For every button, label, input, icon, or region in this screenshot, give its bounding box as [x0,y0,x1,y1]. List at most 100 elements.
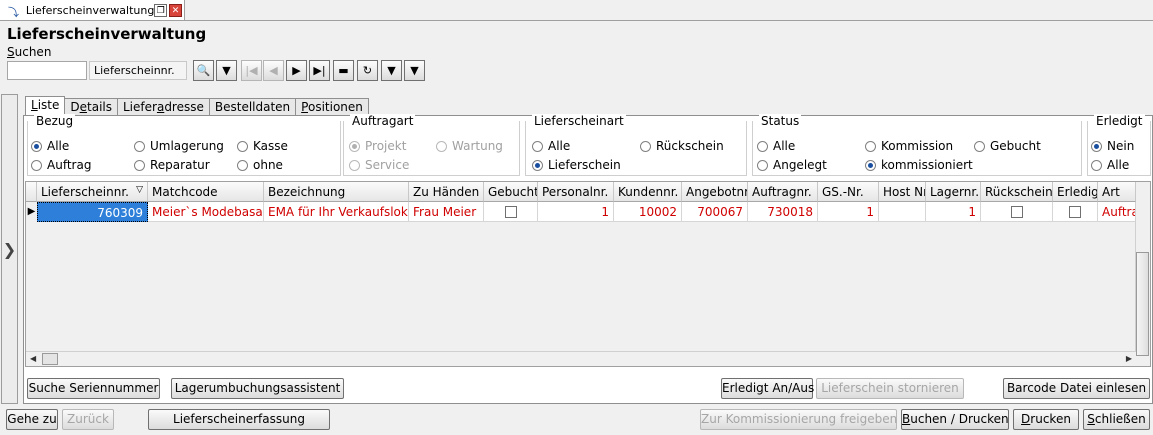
filter-clear-icon[interactable]: ▼ [404,60,425,81]
column-header-matchcode[interactable]: Matchcode [148,182,264,202]
group-title: Erledigt [1094,114,1145,128]
gehe-zu-button[interactable]: Gehe zu [6,409,58,430]
cell-bezeichnung[interactable]: EMA für Ihr Verkaufslokal [264,202,409,222]
radio-status-kommissioniert[interactable]: kommissioniert [865,158,973,172]
column-header-personalnr[interactable]: Personalnr. [538,182,614,202]
search-input[interactable] [7,61,87,80]
column-header-kundennr[interactable]: Kundennr. [614,182,682,202]
page-title: Lieferscheinverwaltung [7,25,207,43]
tab-lieferadresse[interactable]: Lieferadresse [117,98,210,116]
checkbox-erledigt[interactable] [1069,206,1081,218]
window-tab[interactable]: ⤵ Lieferscheinverwaltung ❐ ✕ [0,0,185,20]
column-header-art[interactable]: Art [1098,182,1136,202]
last-record-icon[interactable]: ▶| [309,60,330,81]
cell-erledigt[interactable] [1053,202,1098,222]
radio-erledigt-alle[interactable]: Alle [1091,158,1129,172]
barcode-datei-einlesen-button[interactable]: Barcode Datei einlesen [1003,378,1150,399]
cell-host-nr[interactable] [879,202,926,222]
filter-edit-icon[interactable]: ▼ [216,60,237,81]
column-header-erledigt[interactable]: Erledigt [1053,182,1098,202]
drucken-button[interactable]: Drucken [1013,409,1079,430]
radio-bezug-kasse[interactable]: Kasse [237,139,288,153]
radio-bezug-auftrag[interactable]: Auftrag [31,158,91,172]
window-tab-title: Lieferscheinverwaltung [25,3,155,17]
radio-auftragart-wartung[interactable]: Wartung [436,139,503,153]
filter-apply-icon[interactable]: ▼ [381,60,402,81]
group-title: Bezug [34,114,76,128]
column-header-auftragnr[interactable]: Auftragnr. [748,182,818,202]
column-header-lagernr[interactable]: Lagernr. [926,182,981,202]
group-title: Auftragart [350,114,416,128]
column-header-bezeichnung[interactable]: Bezeichnung [264,182,409,202]
tab-bestelldaten[interactable]: Bestelldaten [208,98,297,116]
schliessen-button[interactable]: Schließen [1083,409,1150,430]
binoculars-icon[interactable]: 🔍 [193,60,214,81]
cell-kundennr[interactable]: 10002 [614,202,682,222]
row-header-corner [26,182,37,202]
column-header-rueckschein[interactable]: Rückschein [981,182,1053,202]
search-field-selector[interactable]: Lieferscheinnr. [89,61,187,80]
column-header-zu-haenden[interactable]: Zu Händen [409,182,484,202]
radio-lieferscheinart-alle[interactable]: Alle [532,139,570,153]
radio-erledigt-nein[interactable]: Nein [1091,139,1134,153]
vertical-scroll-thumb[interactable] [1136,252,1149,356]
search-label: Suchen [7,45,52,59]
group-title: Lieferscheinart [532,114,626,128]
zurueck-button[interactable]: Zurück [62,409,114,430]
column-header-gs-nr[interactable]: GS.-Nr. [818,182,879,202]
cell-personalnr[interactable]: 1 [538,202,614,222]
cell-gs-nr[interactable]: 1 [818,202,879,222]
cell-gebucht[interactable] [484,202,538,222]
buchen-drucken-button[interactable]: Buchen / Drucken [901,409,1009,430]
cell-matchcode[interactable]: Meier`s Modebasar [148,202,264,222]
restore-icon[interactable]: ❐ [154,3,168,17]
checkbox-rueckschein[interactable] [1010,206,1023,218]
previous-record-icon[interactable]: ◀ [263,60,284,81]
kommissionierung-freigeben-button[interactable]: Zur Kommissionierung freigeben [700,409,897,430]
radio-lieferscheinart-rueckschein[interactable]: Rückschein [640,139,724,153]
radio-status-gebucht[interactable]: Gebucht [974,139,1041,153]
radio-bezug-reparatur[interactable]: Reparatur [134,158,210,172]
checkbox-gebucht[interactable] [504,206,517,218]
radio-bezug-alle[interactable]: Alle [31,139,69,153]
group-title: Status [759,114,802,128]
radio-auftragart-projekt[interactable]: Projekt [349,139,406,153]
horizontal-scroll-thumb[interactable] [42,353,58,365]
cell-angebotnr[interactable]: 700067 [682,202,748,222]
close-icon[interactable]: ✕ [169,3,182,17]
lieferscheinerfassung-button[interactable]: Lieferscheinerfassung [148,409,330,430]
erledigt-an-aus-button[interactable]: Erledigt An/Aus [721,378,814,399]
radio-status-angelegt[interactable]: Angelegt [757,158,827,172]
horizontal-scrollbar[interactable]: ◀ ▶ [26,351,1136,366]
cell-lagernr[interactable]: 1 [926,202,981,222]
tab-bar: Liste Details Lieferadresse Bestelldaten… [25,96,369,117]
lieferschein-stornieren-button[interactable]: Lieferschein stornieren [816,378,964,399]
column-header-angebotnr[interactable]: Angebotnr. [682,182,748,202]
lieferschein-grid[interactable]: Lieferscheinnr. ▽ Matchcode Bezeichnung Z… [25,181,1151,367]
scroll-right-icon[interactable]: ▶ [1126,354,1132,363]
cell-rueckschein[interactable] [981,202,1053,222]
scroll-left-icon[interactable]: ◀ [30,354,36,363]
column-header-gebucht[interactable]: Gebucht [484,182,538,202]
radio-lieferscheinart-lieferschein[interactable]: Lieferschein [532,158,621,172]
column-header-host-nr[interactable]: Host Nr. [879,182,926,202]
lagerumbuchungsassistent-button[interactable]: Lagerumbuchungsassistent [171,378,344,399]
cell-auftragnr[interactable]: 730018 [748,202,818,222]
cell-zu-haenden[interactable]: Frau Meier [409,202,484,222]
refresh-icon[interactable]: ↻ [357,60,378,81]
first-record-icon[interactable]: |◀ [241,60,262,81]
column-header-lieferscheinnr[interactable]: Lieferscheinnr. ▽ [37,182,148,202]
radio-auftragart-service[interactable]: Service [349,158,409,172]
cell-lieferscheinnr[interactable]: 760309 [37,202,148,222]
radio-bezug-umlagerung[interactable]: Umlagerung [134,139,224,153]
radio-status-alle[interactable]: Alle [757,139,795,153]
cell-art[interactable]: Auftrag [1098,202,1136,222]
radio-bezug-ohne[interactable]: ohne [237,158,283,172]
next-record-icon[interactable]: ▶ [286,60,307,81]
suche-seriennummer-button[interactable]: Suche Seriennummer [27,378,160,399]
expand-sidebar-chevron-icon[interactable]: ❯ [1,94,18,404]
sort-descending-icon: ▽ [136,185,143,195]
delete-record-icon[interactable]: ▬ [333,60,354,81]
vertical-scrollbar[interactable] [1135,202,1150,356]
radio-status-kommission[interactable]: Kommission [865,139,953,153]
